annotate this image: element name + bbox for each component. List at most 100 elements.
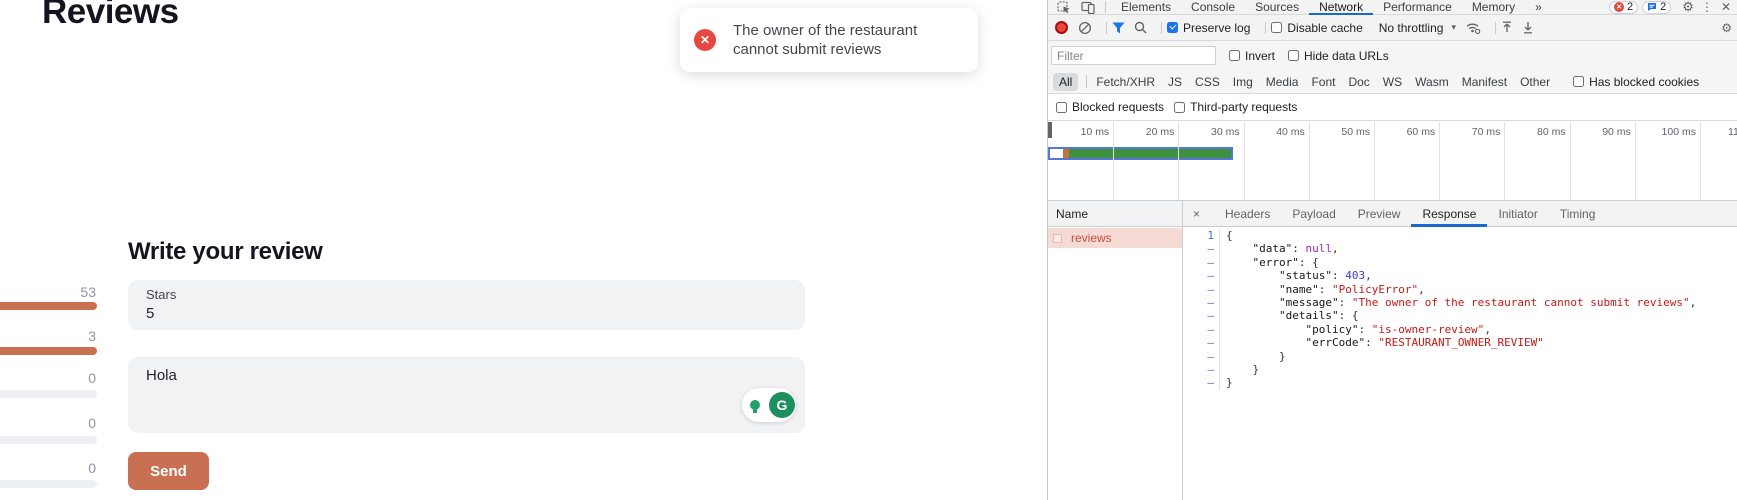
has-blocked-cookies-checkbox[interactable] xyxy=(1573,76,1584,87)
detail-tab-timing[interactable]: Timing xyxy=(1549,201,1607,227)
filter-chip-all[interactable]: All xyxy=(1053,73,1078,91)
error-circle-icon: ✕ xyxy=(694,29,716,51)
divider xyxy=(1161,22,1162,34)
fold-marker-icon[interactable]: – xyxy=(1183,350,1219,363)
disable-cache-checkbox[interactable] xyxy=(1271,22,1282,33)
network-toolbar: Preserve log Disable cache No throttling… xyxy=(1048,15,1737,41)
blocked-requests-checkbox[interactable] xyxy=(1056,102,1067,113)
import-har-icon[interactable] xyxy=(1501,21,1513,34)
divider xyxy=(1495,22,1496,34)
grammarly-widget[interactable]: G xyxy=(742,388,796,422)
filter-chip-css[interactable]: CSS xyxy=(1195,75,1220,89)
code-line: – } xyxy=(1183,350,1737,363)
code-line: – "data": null, xyxy=(1183,242,1737,255)
timeline-tick-label: 30 ms xyxy=(1211,126,1240,138)
record-network-log-button[interactable] xyxy=(1055,21,1068,34)
settings-gear-icon[interactable]: ⚙ xyxy=(1682,0,1694,15)
network-conditions-icon[interactable] xyxy=(1466,22,1481,34)
kebab-menu-icon[interactable]: ⋮ xyxy=(1701,0,1713,14)
name-column-header[interactable]: Name xyxy=(1048,201,1183,227)
search-icon[interactable] xyxy=(1134,21,1147,34)
code-line: – "name": "PolicyError", xyxy=(1183,283,1737,296)
gutter-divider xyxy=(1219,350,1220,363)
devtools-tab-console[interactable]: Console xyxy=(1181,0,1245,15)
review-form-heading: Write your review xyxy=(128,238,323,266)
suggestion-bulb-icon[interactable] xyxy=(743,393,767,417)
request-row-reviews[interactable]: reviews xyxy=(1048,228,1182,248)
filter-chip-other[interactable]: Other xyxy=(1520,75,1550,89)
fold-marker-icon[interactable]: – xyxy=(1183,269,1219,282)
export-har-icon[interactable] xyxy=(1522,21,1534,34)
filter-funnel-icon[interactable] xyxy=(1112,22,1125,34)
timeline-tick-label: 80 ms xyxy=(1537,126,1566,138)
timeline-tick-label: 50 ms xyxy=(1341,126,1370,138)
detail-tab-headers[interactable]: Headers xyxy=(1214,201,1281,227)
close-devtools-icon[interactable]: ✕ xyxy=(1721,0,1731,14)
clear-network-log-icon[interactable] xyxy=(1078,21,1092,35)
stars-label: Stars xyxy=(146,287,787,302)
network-settings-gear-icon[interactable]: ⚙ xyxy=(1721,21,1732,35)
response-viewer[interactable]: 1{– "data": null,– "error": {– "status":… xyxy=(1183,227,1737,500)
filter-chip-ws[interactable]: WS xyxy=(1383,75,1402,89)
filter-chip-manifest[interactable]: Manifest xyxy=(1462,75,1507,89)
filter-chip-wasm[interactable]: Wasm xyxy=(1415,75,1449,89)
screenshot-canvas: Reviews ✕ The owner of the restaurant ca… xyxy=(0,0,1737,500)
filter-chip-js[interactable]: JS xyxy=(1168,75,1182,89)
stars-field[interactable]: Stars 5 xyxy=(128,280,805,330)
fold-marker-icon[interactable]: – xyxy=(1183,336,1219,349)
code-line: – "error": { xyxy=(1183,256,1737,269)
fold-marker-icon[interactable]: – xyxy=(1183,256,1219,269)
gutter-divider xyxy=(1219,309,1220,322)
throttling-select[interactable]: No throttling xyxy=(1379,21,1444,35)
devtools-tab-sources[interactable]: Sources xyxy=(1245,0,1309,15)
device-toolbar-icon[interactable] xyxy=(1081,1,1095,14)
filter-chip-media[interactable]: Media xyxy=(1266,75,1299,89)
hide-data-urls-checkbox[interactable] xyxy=(1288,50,1299,61)
filter-chip-fetchxhr[interactable]: Fetch/XHR xyxy=(1096,75,1155,89)
fold-marker-icon[interactable]: – xyxy=(1183,283,1219,296)
rating-bar xyxy=(0,480,97,488)
network-overview-timeline[interactable]: 10 ms20 ms30 ms40 ms50 ms60 ms70 ms80 ms… xyxy=(1048,121,1737,201)
devtools-tab-bar: ElementsConsoleSourcesNetworkPerformance… xyxy=(1048,0,1737,15)
timeline-tick-label: 70 ms xyxy=(1472,126,1501,138)
fold-marker-icon[interactable]: – xyxy=(1183,376,1219,389)
gutter-divider xyxy=(1219,242,1220,255)
devtools-tab-elements[interactable]: Elements xyxy=(1111,0,1181,15)
fold-marker-icon[interactable]: – xyxy=(1183,363,1219,376)
preserve-log-checkbox[interactable] xyxy=(1167,22,1178,33)
detail-tab-response[interactable]: Response xyxy=(1411,201,1487,227)
filter-input[interactable] xyxy=(1051,46,1216,65)
gutter-divider xyxy=(1219,323,1220,336)
fold-marker-icon[interactable]: – xyxy=(1183,242,1219,255)
fold-marker-icon[interactable]: – xyxy=(1183,323,1219,336)
issues-count-badge[interactable]: 2 xyxy=(1642,1,1671,14)
inspect-element-icon[interactable] xyxy=(1057,1,1071,14)
rating-count: 0 xyxy=(0,370,96,386)
code-line: – "message": "The owner of the restauran… xyxy=(1183,296,1737,309)
more-tabs-button[interactable]: » xyxy=(1525,0,1552,15)
request-favicon-placeholder xyxy=(1053,234,1062,243)
devtools-tab-memory[interactable]: Memory xyxy=(1462,0,1525,15)
filter-chip-font[interactable]: Font xyxy=(1311,75,1335,89)
error-count-badge[interactable]: ✕ 2 xyxy=(1609,1,1638,14)
third-party-requests-checkbox[interactable] xyxy=(1174,102,1185,113)
rating-count: 0 xyxy=(0,460,96,476)
close-detail-icon[interactable]: × xyxy=(1193,207,1200,221)
third-party-requests-label: Third-party requests xyxy=(1190,100,1297,114)
devtools-tab-network[interactable]: Network xyxy=(1309,0,1373,15)
detail-tab-preview[interactable]: Preview xyxy=(1347,201,1412,227)
filter-chip-doc[interactable]: Doc xyxy=(1348,75,1369,89)
comment-textarea[interactable]: Hola xyxy=(128,357,805,433)
code-line: – } xyxy=(1183,363,1737,376)
fold-marker-icon[interactable]: – xyxy=(1183,296,1219,309)
send-button[interactable]: Send xyxy=(128,452,209,490)
gutter-divider xyxy=(1219,376,1220,389)
invert-checkbox[interactable] xyxy=(1229,50,1240,61)
timeline-tick: 60 ms xyxy=(1375,122,1440,200)
detail-tab-payload[interactable]: Payload xyxy=(1281,201,1346,227)
fold-marker-icon[interactable]: – xyxy=(1183,309,1219,322)
devtools-tab-performance[interactable]: Performance xyxy=(1373,0,1462,15)
filter-chip-img[interactable]: Img xyxy=(1233,75,1253,89)
detail-tab-initiator[interactable]: Initiator xyxy=(1487,201,1548,227)
grammarly-icon[interactable]: G xyxy=(769,392,795,418)
